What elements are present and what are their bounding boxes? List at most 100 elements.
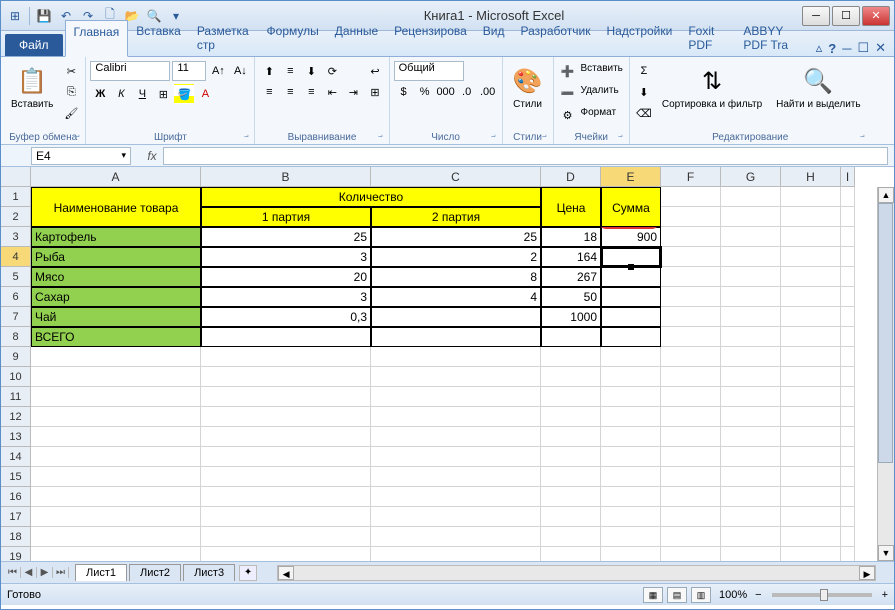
tab-разработчик[interactable]: Разработчик (513, 20, 599, 56)
zoom-thumb[interactable] (820, 589, 828, 601)
number-format-select[interactable]: Общий (394, 61, 464, 81)
sheet-next-icon[interactable]: ▶ (37, 567, 53, 578)
cell[interactable] (601, 327, 661, 347)
cell[interactable]: 1 партия (201, 207, 371, 227)
tab-foxit pdf[interactable]: Foxit PDF (680, 20, 735, 56)
cell[interactable] (841, 347, 855, 367)
cell[interactable] (841, 527, 855, 547)
cell[interactable] (541, 487, 601, 507)
align-middle-icon[interactable]: ≡ (280, 61, 300, 81)
cell[interactable] (371, 487, 541, 507)
cell[interactable] (721, 327, 781, 347)
cell[interactable] (201, 407, 371, 427)
select-all-corner[interactable] (1, 167, 31, 187)
cell[interactable] (601, 287, 661, 307)
cell[interactable] (661, 187, 721, 207)
cell[interactable] (601, 407, 661, 427)
cell[interactable] (781, 287, 841, 307)
bold-button[interactable]: Ж (90, 84, 110, 104)
cell[interactable] (661, 387, 721, 407)
row-header-10[interactable]: 10 (1, 367, 31, 387)
cell[interactable] (661, 267, 721, 287)
cell[interactable] (781, 487, 841, 507)
cell[interactable]: Мясо (31, 267, 201, 287)
find-select-button[interactable]: 🔍 Найти и выделить (770, 61, 866, 112)
cell[interactable] (721, 467, 781, 487)
row-header-9[interactable]: 9 (1, 347, 31, 367)
cell[interactable] (721, 447, 781, 467)
cell[interactable] (721, 387, 781, 407)
font-size-select[interactable]: 11 (172, 61, 206, 81)
cell[interactable] (721, 307, 781, 327)
cell[interactable] (601, 367, 661, 387)
cell[interactable]: 164 (541, 247, 601, 267)
cell[interactable] (721, 267, 781, 287)
cell[interactable] (601, 547, 661, 561)
cell[interactable] (781, 267, 841, 287)
cell[interactable]: Сумма (601, 187, 661, 227)
cell[interactable] (541, 407, 601, 427)
fill-handle[interactable] (628, 264, 634, 270)
cell[interactable] (721, 407, 781, 427)
cell[interactable] (31, 547, 201, 561)
cell[interactable]: 267 (541, 267, 601, 287)
cell[interactable]: 50 (541, 287, 601, 307)
decrease-decimal-icon[interactable]: .00 (478, 82, 498, 102)
cells-area[interactable]: Наименование товараКоличествоЦенаСумма1 … (31, 187, 855, 561)
cell[interactable] (661, 327, 721, 347)
font-name-select[interactable]: Calibri (90, 61, 170, 81)
increase-decimal-icon[interactable]: .0 (457, 82, 477, 102)
maximize-button[interactable]: ☐ (832, 6, 860, 26)
column-header-C[interactable]: C (371, 167, 541, 187)
cell[interactable] (371, 407, 541, 427)
cell[interactable]: 3 (201, 247, 371, 267)
align-right-icon[interactable]: ≡ (301, 82, 321, 102)
row-header-19[interactable]: 19 (1, 547, 31, 561)
cell[interactable] (721, 507, 781, 527)
cell[interactable] (781, 367, 841, 387)
cell[interactable] (201, 347, 371, 367)
cell[interactable] (841, 267, 855, 287)
excel-icon[interactable]: ⊞ (5, 6, 25, 26)
cell[interactable] (781, 327, 841, 347)
column-header-H[interactable]: H (781, 167, 841, 187)
cut-icon[interactable]: ✂ (61, 61, 81, 81)
cell[interactable]: 25 (201, 227, 371, 247)
cell[interactable]: Цена (541, 187, 601, 227)
tab-рецензирова[interactable]: Рецензирова (386, 20, 475, 56)
insert-cells-button[interactable]: ➕Вставить (558, 61, 625, 81)
cell[interactable]: Картофель (31, 227, 201, 247)
cell[interactable] (781, 187, 841, 207)
cell[interactable] (781, 527, 841, 547)
cell[interactable] (781, 407, 841, 427)
column-header-F[interactable]: F (661, 167, 721, 187)
styles-button[interactable]: 🎨 Стили (507, 61, 549, 112)
tab-разметка стр[interactable]: Разметка стр (189, 20, 259, 56)
sheet-tab-Лист3[interactable]: Лист3 (183, 564, 235, 581)
cell[interactable] (841, 447, 855, 467)
cell[interactable] (541, 507, 601, 527)
row-header-13[interactable]: 13 (1, 427, 31, 447)
cell[interactable] (371, 507, 541, 527)
save-icon[interactable]: 💾 (34, 6, 54, 26)
grow-font-icon[interactable]: A↑ (208, 61, 228, 81)
column-header-B[interactable]: B (201, 167, 371, 187)
cell[interactable] (31, 447, 201, 467)
tab-вид[interactable]: Вид (475, 20, 513, 56)
currency-icon[interactable]: $ (394, 82, 414, 102)
clear-icon[interactable]: ⌫ (634, 103, 654, 123)
cell[interactable] (201, 367, 371, 387)
tab-формулы[interactable]: Формулы (259, 20, 327, 56)
cell[interactable] (781, 247, 841, 267)
align-top-icon[interactable]: ⬆ (259, 61, 279, 81)
border-button[interactable]: ⊞ (153, 84, 173, 104)
wrap-text-button[interactable]: ↩ (365, 61, 384, 81)
cell[interactable] (31, 467, 201, 487)
tab-данные[interactable]: Данные (327, 20, 386, 56)
help-icon[interactable]: ? (828, 41, 836, 56)
tab-abbyy pdf tra[interactable]: ABBYY PDF Tra (735, 20, 815, 56)
cell[interactable] (841, 407, 855, 427)
cell[interactable] (661, 527, 721, 547)
cell[interactable] (601, 487, 661, 507)
cell[interactable]: 2 (371, 247, 541, 267)
